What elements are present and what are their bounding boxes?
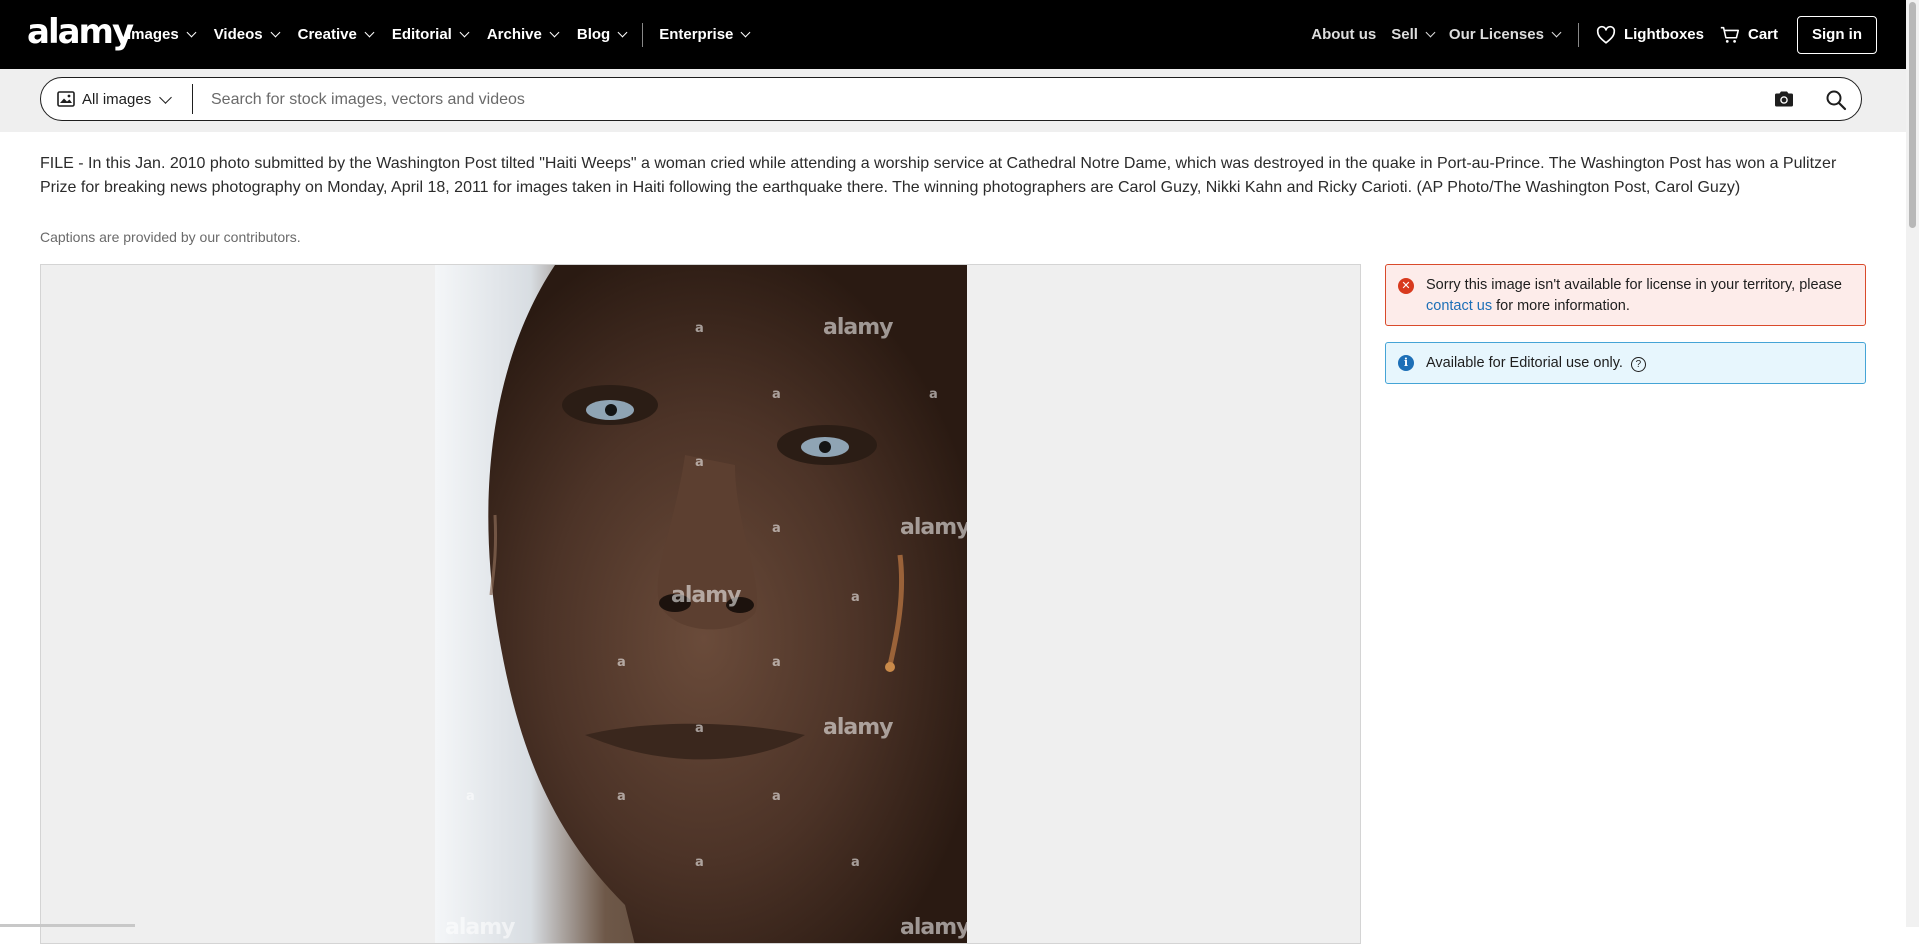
- cart-icon: [1720, 26, 1740, 43]
- watermark: alamy: [900, 915, 967, 940]
- watermark: alamy: [445, 915, 515, 940]
- watermark-mark: a: [466, 789, 475, 804]
- error-icon: ✕: [1398, 278, 1414, 294]
- heart-icon: [1596, 25, 1616, 44]
- nav-lightboxes-label: Lightboxes: [1623, 26, 1704, 43]
- nav-divider: [642, 22, 644, 47]
- error-text: Sorry this image isn't available for lic…: [1426, 277, 1842, 293]
- watermark: alamy: [900, 515, 967, 540]
- chevron-down-icon: [1551, 27, 1562, 38]
- vertical-scrollbar[interactable]: [1906, 0, 1919, 927]
- watermark-mark: a: [695, 855, 704, 870]
- watermark-mark: a: [772, 655, 781, 670]
- contact-us-link[interactable]: contact us: [1426, 298, 1492, 314]
- nav-images-label: Images: [127, 26, 179, 43]
- camera-icon[interactable]: [1773, 89, 1795, 109]
- image-icon: [57, 91, 75, 107]
- top-nav: alamy Images Videos Creative Editorial A…: [0, 0, 1906, 69]
- nav-creative[interactable]: Creative: [297, 26, 375, 43]
- chevron-down-icon: [459, 27, 470, 38]
- nav-divider: [1577, 22, 1579, 47]
- nav-enterprise[interactable]: Enterprise: [659, 26, 751, 43]
- watermark-mark: a: [772, 521, 781, 536]
- nav-blog-label: Blog: [576, 26, 611, 43]
- search-scope-dropdown[interactable]: All images: [57, 78, 173, 120]
- nav-images[interactable]: Images: [127, 26, 197, 43]
- nav-cart[interactable]: Cart: [1719, 24, 1778, 46]
- chevron-down-icon: [617, 27, 628, 38]
- watermark-mark: a: [617, 655, 626, 670]
- chevron-down-icon: [740, 27, 751, 38]
- watermark-mark: a: [772, 387, 781, 402]
- chevron-down-icon: [159, 90, 173, 104]
- watermark-mark: a: [617, 789, 626, 804]
- watermark-mark: a: [695, 721, 704, 736]
- watermark: alamy: [823, 315, 893, 340]
- nav-videos-label: Videos: [213, 26, 263, 43]
- nav-sell[interactable]: Sell: [1391, 26, 1436, 43]
- sign-in-button[interactable]: Sign in: [1797, 15, 1877, 54]
- alamy-logo[interactable]: alamy: [27, 14, 134, 50]
- nav-archive[interactable]: Archive: [486, 26, 560, 43]
- stock-photo[interactable]: alamy alamy alamy alamy alamy alamy a a …: [435, 265, 967, 943]
- chevron-down-icon: [270, 27, 281, 38]
- search-band: All images: [0, 69, 1906, 132]
- nav-editorial-label: Editorial: [391, 26, 452, 43]
- chevron-down-icon: [549, 27, 560, 38]
- search-icon[interactable]: [1824, 88, 1848, 112]
- watermark-mark: a: [772, 789, 781, 804]
- account-menu: About us Sell Our Licenses Lightboxes Ca…: [1311, 0, 1877, 69]
- chevron-down-icon: [364, 27, 375, 38]
- editorial-use-notice: i Available for Editorial use only.?: [1385, 342, 1866, 384]
- help-icon[interactable]: ?: [1630, 357, 1646, 372]
- info-text: Available for Editorial use only.: [1426, 355, 1623, 371]
- watermark-mark: a: [695, 455, 704, 470]
- nav-enterprise-label: Enterprise: [659, 26, 734, 43]
- info-icon: i: [1398, 355, 1414, 371]
- nav-about-us[interactable]: About us: [1311, 26, 1376, 43]
- image-caption: FILE - In this Jan. 2010 photo submitted…: [40, 155, 1837, 196]
- error-text-end: for more information.: [1492, 298, 1630, 314]
- chevron-down-icon: [186, 27, 197, 38]
- nav-licenses-label: Our Licenses: [1448, 26, 1544, 43]
- watermark-mark: a: [851, 590, 860, 605]
- scrollbar-thumb[interactable]: [1909, 2, 1916, 228]
- search-scope-label: All images: [82, 90, 152, 108]
- nav-sell-label: Sell: [1391, 26, 1418, 43]
- watermark-mark: a: [851, 855, 860, 870]
- nav-editorial[interactable]: Editorial: [391, 26, 470, 43]
- main-menu: Images Videos Creative Editorial Archive…: [127, 0, 768, 69]
- nav-lightboxes[interactable]: Lightboxes: [1595, 24, 1704, 46]
- caption-note: Captions are provided by our contributor…: [40, 229, 301, 245]
- nav-cart-label: Cart: [1747, 26, 1778, 43]
- search-input[interactable]: [209, 79, 1513, 121]
- territory-error-notice: ✕ Sorry this image isn't available for l…: [1385, 264, 1866, 326]
- nav-videos[interactable]: Videos: [213, 26, 281, 43]
- chevron-down-icon: [1425, 27, 1436, 38]
- image-viewer: alamy alamy alamy alamy alamy alamy a a …: [40, 264, 1361, 944]
- nav-our-licenses[interactable]: Our Licenses: [1448, 26, 1562, 43]
- watermark: alamy: [823, 715, 893, 740]
- nav-archive-label: Archive: [486, 26, 542, 43]
- nav-blog[interactable]: Blog: [576, 26, 628, 43]
- nav-creative-label: Creative: [297, 26, 357, 43]
- watermark-mark: a: [695, 321, 704, 336]
- watermark-mark: a: [929, 387, 938, 402]
- watermark: alamy: [671, 583, 741, 608]
- search-divider: [192, 84, 193, 114]
- search-bar: All images: [40, 77, 1862, 121]
